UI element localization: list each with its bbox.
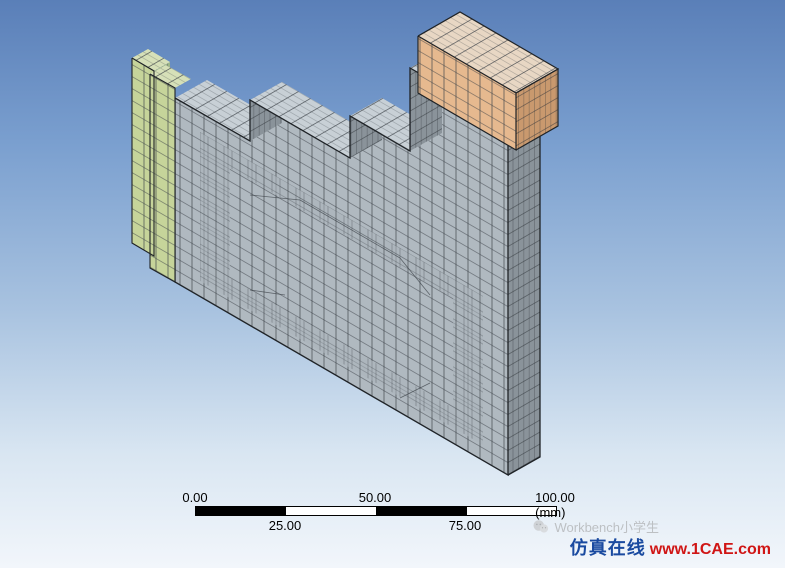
scale-tick-75: 75.00 [449, 518, 482, 533]
scale-tick-25: 25.00 [269, 518, 302, 533]
meshed-model[interactable] [0, 0, 785, 568]
left-plates [132, 49, 191, 282]
scale-tick-0: 0.00 [182, 490, 207, 505]
scale-tick-50: 50.00 [359, 490, 392, 505]
scale-bar-strip [195, 506, 557, 516]
watermark-url: www.1CAE.com [650, 541, 771, 559]
watermark-site: 仿真在线 www.1CAE.com [570, 534, 771, 560]
watermark-brand: 仿真在线 [570, 534, 646, 560]
graphics-viewport[interactable]: 0.00 50.00 100.00 (mm) 25.00 75.00 Workb… [0, 0, 785, 568]
scale-tick-100: 100.00 (mm) [535, 490, 575, 520]
wechat-icon [532, 518, 550, 536]
